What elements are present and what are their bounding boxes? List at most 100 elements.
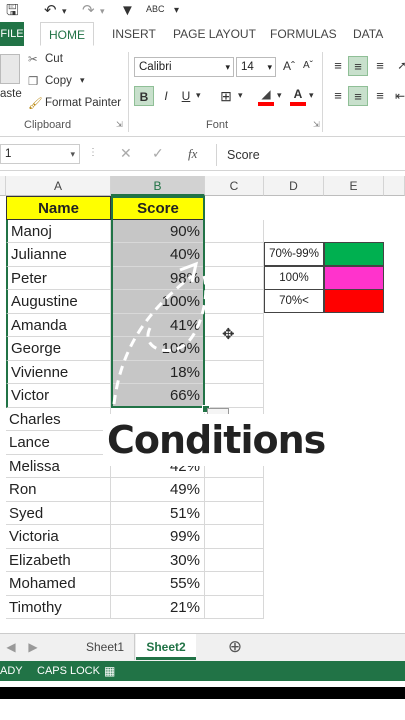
name-cell[interactable]: Ron xyxy=(6,478,111,502)
paste-label[interactable]: aste xyxy=(0,88,22,100)
name-cell[interactable]: Augustine xyxy=(6,290,111,314)
empty-cell[interactable] xyxy=(205,478,264,502)
score-cell[interactable]: 21% xyxy=(111,595,205,619)
column-header-f[interactable] xyxy=(384,176,405,196)
name-box[interactable]: 1 ▾ xyxy=(0,144,80,164)
column-header-e[interactable]: E xyxy=(324,176,384,196)
scroll-left-icon[interactable]: ◀ xyxy=(4,634,18,660)
decrease-indent-icon[interactable]: ⇤ xyxy=(390,86,405,106)
copy-dropdown-icon[interactable]: ▾ xyxy=(80,75,85,86)
name-cell[interactable]: Charles xyxy=(6,407,111,431)
empty-cell[interactable] xyxy=(205,525,264,549)
tab-file[interactable]: FILE xyxy=(0,22,24,46)
filter-icon[interactable]: ▼ xyxy=(120,2,135,20)
legend-label-red[interactable]: 70%< xyxy=(264,289,324,313)
cancel-icon[interactable]: ✕ xyxy=(120,145,132,162)
name-cell[interactable]: George xyxy=(6,337,111,361)
name-cell[interactable]: Victoria xyxy=(6,525,111,549)
tab-data[interactable]: DATA xyxy=(353,22,383,46)
add-sheet-icon[interactable]: ⊕ xyxy=(224,634,246,660)
name-cell[interactable]: Julianne xyxy=(6,243,111,267)
legend-label-green[interactable]: 70%-99% xyxy=(264,242,324,266)
empty-cell[interactable] xyxy=(205,501,264,525)
name-cell[interactable]: Amanda xyxy=(6,313,111,337)
column-header-a[interactable]: A xyxy=(6,176,111,196)
score-cell[interactable]: 51% xyxy=(111,501,205,525)
fill-color-icon[interactable]: ◢ xyxy=(256,84,276,104)
align-top-icon[interactable]: ≡ xyxy=(328,56,348,76)
format-painter-button[interactable]: Format Painter xyxy=(45,97,121,109)
empty-cell[interactable] xyxy=(205,548,264,572)
enter-icon[interactable]: ✓ xyxy=(152,145,164,162)
increase-font-icon[interactable]: Aˆ xyxy=(283,59,295,73)
formula-input[interactable]: Score xyxy=(216,144,405,166)
undo-dropdown-icon[interactable]: ▾ xyxy=(62,2,67,20)
tab-sheet1[interactable]: Sheet1 xyxy=(76,634,135,660)
column-header-c[interactable]: C xyxy=(205,176,264,196)
scroll-right-icon[interactable]: ▶ xyxy=(26,634,40,660)
column-header-b[interactable]: B xyxy=(111,176,205,196)
name-cell[interactable]: Manoj xyxy=(6,219,111,243)
header-score-cell[interactable]: Score xyxy=(111,196,205,220)
underline-button[interactable]: U xyxy=(176,86,196,106)
paste-icon[interactable] xyxy=(0,54,20,84)
orientation-icon[interactable]: ➚ xyxy=(392,56,405,76)
clipboard-launcher-icon[interactable]: ⇲ xyxy=(116,120,123,129)
underline-dropdown-icon[interactable]: ▾ xyxy=(196,90,201,101)
font-color-dropdown-icon[interactable]: ▾ xyxy=(309,90,314,101)
name-cell[interactable]: Peter xyxy=(6,266,111,290)
tab-page-layout[interactable]: PAGE LAYOUT xyxy=(173,22,256,46)
name-cell[interactable]: Elizabeth xyxy=(6,548,111,572)
align-center-icon[interactable]: ≡ xyxy=(348,86,368,106)
score-cell[interactable]: 55% xyxy=(111,572,205,596)
align-right-icon[interactable]: ≡ xyxy=(370,86,390,106)
formula-bar-splitter-icon[interactable]: ⋮ xyxy=(88,147,98,158)
decrease-font-icon[interactable]: Aˇ xyxy=(303,60,313,71)
bold-button[interactable]: B xyxy=(134,86,154,106)
redo-icon[interactable]: ↷ xyxy=(82,2,95,20)
worksheet-grid[interactable]: A B C D E Name Score Manoj 90% Julianne 40% Pe… xyxy=(0,176,405,630)
name-cell[interactable]: Timothy xyxy=(6,595,111,619)
score-cell[interactable]: 30% xyxy=(111,548,205,572)
legend-swatch-pink[interactable] xyxy=(324,266,384,290)
score-cell[interactable]: 49% xyxy=(111,478,205,502)
italic-button[interactable]: I xyxy=(156,86,176,106)
font-launcher-icon[interactable]: ⇲ xyxy=(313,120,320,129)
borders-icon[interactable]: ⊞ xyxy=(216,86,236,106)
copy-button[interactable]: Copy xyxy=(45,75,72,87)
name-cell[interactable]: Victor xyxy=(6,384,111,408)
undo-icon[interactable]: ↶ xyxy=(44,2,57,20)
legend-label-pink[interactable]: 100% xyxy=(264,266,324,290)
tab-home[interactable]: HOME xyxy=(40,22,94,46)
align-middle-icon[interactable]: ≡ xyxy=(348,56,368,76)
header-name-cell[interactable]: Name xyxy=(6,196,111,220)
font-name-select[interactable]: Calibri ▾ xyxy=(134,57,234,77)
name-cell[interactable]: Lance xyxy=(6,431,111,455)
tab-insert[interactable]: INSERT xyxy=(112,22,156,46)
redo-dropdown-icon[interactable]: ▾ xyxy=(100,2,105,20)
name-cell[interactable]: Melissa xyxy=(6,454,111,478)
font-size-select[interactable]: 14 ▾ xyxy=(236,57,276,77)
empty-cell[interactable] xyxy=(205,219,264,243)
name-cell[interactable]: Syed xyxy=(6,501,111,525)
font-color-icon[interactable]: A xyxy=(288,84,308,104)
tab-formulas[interactable]: FORMULAS xyxy=(270,22,337,46)
borders-dropdown-icon[interactable]: ▾ xyxy=(238,90,243,101)
empty-cell[interactable] xyxy=(205,572,264,596)
name-cell[interactable]: Mohamed xyxy=(6,572,111,596)
column-header-d[interactable]: D xyxy=(264,176,324,196)
customize-qat-icon[interactable]: ▾ xyxy=(174,2,179,20)
macro-record-icon[interactable]: ▦ xyxy=(104,661,115,681)
legend-swatch-green[interactable] xyxy=(324,242,384,266)
align-bottom-icon[interactable]: ≡ xyxy=(370,56,390,76)
insert-function-button[interactable]: fx xyxy=(188,146,197,162)
save-icon[interactable]: 🖫 xyxy=(6,2,19,20)
align-left-icon[interactable]: ≡ xyxy=(328,86,348,106)
score-cell[interactable]: 99% xyxy=(111,525,205,549)
score-cell[interactable]: 90% xyxy=(111,219,205,243)
name-cell[interactable]: Vivienne xyxy=(6,360,111,384)
fill-dropdown-icon[interactable]: ▾ xyxy=(277,90,282,101)
empty-cell[interactable] xyxy=(205,595,264,619)
legend-swatch-red[interactable] xyxy=(324,289,384,313)
tab-sheet2[interactable]: Sheet2 xyxy=(136,634,196,660)
